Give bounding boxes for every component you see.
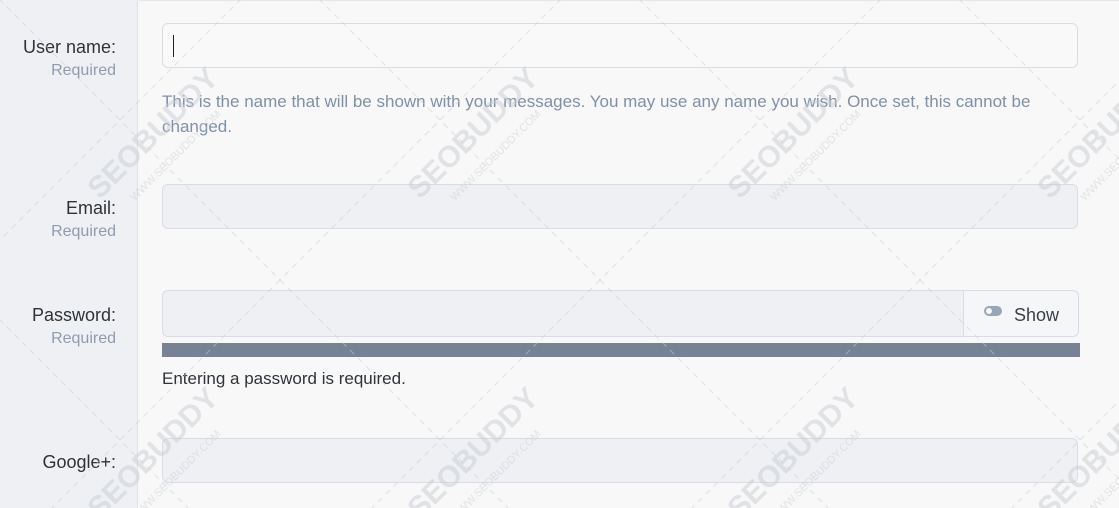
password-label-group: Password: Required — [0, 304, 116, 349]
password-required-hint: Required — [51, 330, 116, 347]
google-plus-label: Google+: — [42, 452, 116, 472]
email-required-hint: Required — [51, 223, 116, 240]
email-input[interactable] — [162, 184, 1078, 229]
username-label: User name: — [22, 37, 116, 57]
username-input[interactable] — [162, 23, 1078, 68]
password-strength-meter — [162, 343, 1080, 357]
email-label-group: Email: Required — [0, 197, 116, 242]
watermark-site-text: WWW.SEOBUDDY.COM — [1078, 108, 1119, 203]
show-password-label: Show — [1014, 305, 1060, 325]
password-input[interactable] — [162, 290, 964, 337]
top-divider — [139, 0, 1119, 1]
toggle-icon — [984, 306, 1002, 316]
google-plus-label-group: Google+: — [0, 451, 116, 473]
watermark-grid — [0, 0, 1119, 508]
username-label-group: User name: Required — [0, 36, 116, 81]
username-help-text: This is the name that will be shown with… — [162, 92, 1031, 136]
watermark-site-text: WWW.SEOBUDDY.COM — [1078, 428, 1119, 508]
password-strength-message: Entering a password is required. — [162, 369, 406, 388]
email-label: Email: — [65, 198, 116, 218]
watermark-overlay: SEOBUDDYWWW.SEOBUDDY.COM SEOBUDDYWWW.SEOB… — [0, 0, 1119, 508]
password-label: Password: — [31, 305, 116, 325]
text-caret — [173, 35, 174, 57]
google-plus-input[interactable] — [162, 438, 1078, 483]
show-password-toggle[interactable]: Show — [963, 290, 1079, 337]
username-required-hint: Required — [51, 62, 116, 79]
